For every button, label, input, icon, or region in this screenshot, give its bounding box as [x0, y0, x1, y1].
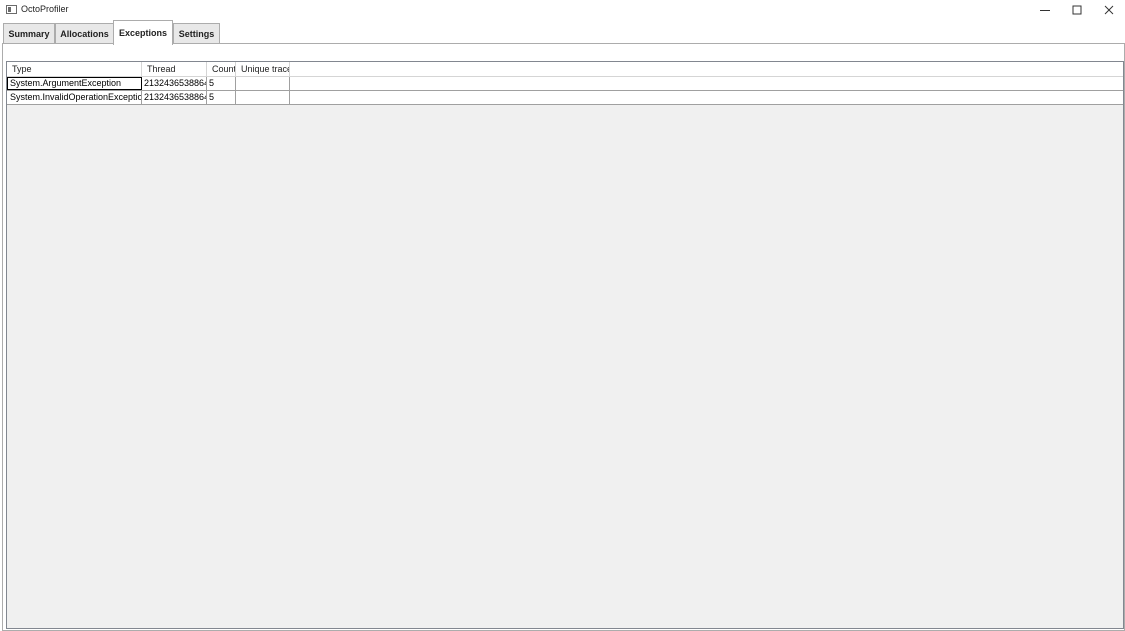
tab-settings[interactable]: Settings — [173, 23, 220, 44]
column-header-type[interactable]: Type — [7, 62, 142, 77]
app-window: OctoProfiler Summary Allocations Excepti… — [0, 0, 1125, 631]
tab-summary[interactable]: Summary — [3, 23, 55, 44]
tab-exceptions[interactable]: Exceptions — [113, 20, 173, 45]
column-header-unique-trace[interactable]: Unique trace — [236, 62, 290, 77]
close-icon — [1104, 5, 1114, 15]
minimize-icon — [1040, 10, 1050, 11]
column-header-count[interactable]: Count — [207, 62, 236, 77]
column-header-thread[interactable]: Thread — [142, 62, 207, 77]
cell-thread[interactable]: 2132436538864 — [142, 91, 207, 104]
exceptions-tab-panel: Type Thread Count Unique trace System.Ar… — [2, 43, 1125, 631]
tab-strip: Summary Allocations Exceptions Settings — [0, 20, 1125, 45]
grid-header: Type Thread Count Unique trace — [7, 62, 1123, 77]
cell-unique-trace[interactable] — [236, 91, 290, 104]
tab-allocations[interactable]: Allocations — [55, 23, 114, 44]
maximize-button[interactable] — [1061, 0, 1093, 20]
table-row[interactable]: System.InvalidOperationException 2132436… — [7, 91, 1123, 105]
cell-type[interactable]: System.ArgumentException — [7, 77, 142, 90]
table-row[interactable]: System.ArgumentException 2132436538864 5 — [7, 77, 1123, 91]
maximize-icon — [1072, 5, 1082, 15]
title-bar[interactable]: OctoProfiler — [0, 0, 1125, 20]
cell-count[interactable]: 5 — [207, 77, 236, 90]
window-title: OctoProfiler — [21, 4, 69, 14]
exceptions-grid[interactable]: Type Thread Count Unique trace System.Ar… — [6, 61, 1124, 629]
cell-type[interactable]: System.InvalidOperationException — [7, 91, 142, 104]
close-button[interactable] — [1093, 0, 1125, 20]
minimize-button[interactable] — [1029, 0, 1061, 20]
cell-unique-trace[interactable] — [236, 77, 290, 90]
cell-count[interactable]: 5 — [207, 91, 236, 104]
app-icon[interactable] — [6, 5, 17, 14]
cell-thread[interactable]: 2132436538864 — [142, 77, 207, 90]
